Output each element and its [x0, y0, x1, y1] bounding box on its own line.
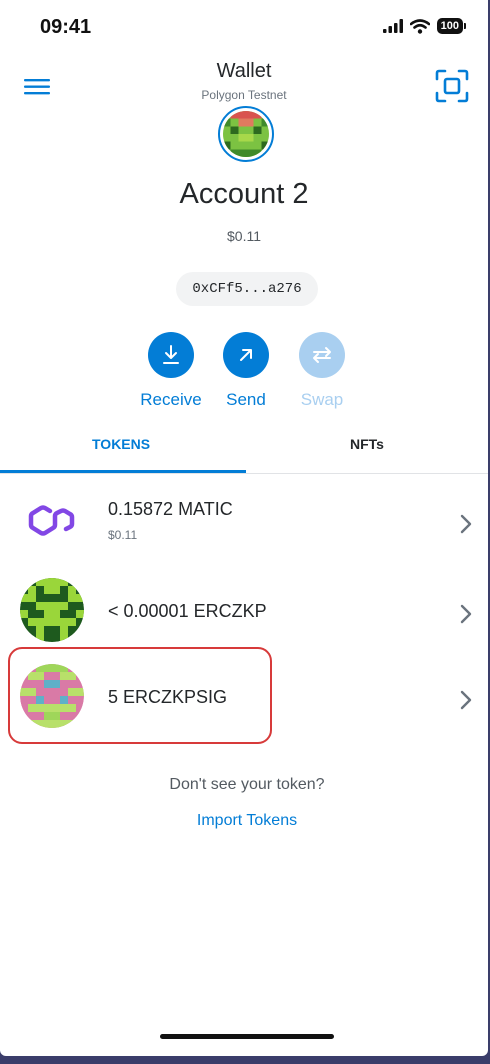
- status-time: 09:41: [40, 16, 92, 38]
- swap-button[interactable]: Swap: [287, 332, 357, 410]
- receive-button[interactable]: Receive: [136, 332, 206, 410]
- tabs-divider: [0, 473, 488, 474]
- account-balance: $0.11: [227, 228, 261, 244]
- arrow-up-right-icon: [240, 349, 252, 361]
- qr-scan-icon[interactable]: [434, 68, 470, 104]
- wallet-screen: 09:41 100 Wallet Polygon Testnet Account…: [0, 0, 488, 1056]
- token-row-matic[interactable]: 0.15872 MATIC $0.11: [0, 480, 488, 562]
- identicon-icon: [223, 111, 269, 157]
- wifi-icon: [409, 18, 430, 34]
- chevron-right-icon: [460, 604, 472, 624]
- swap-icon: [313, 347, 331, 363]
- token-identicon-icon: [20, 578, 84, 642]
- battery-icon: [464, 23, 466, 29]
- send-label: Send: [226, 390, 266, 409]
- import-tokens-link[interactable]: Import Tokens: [0, 812, 488, 830]
- receive-label: Receive: [140, 390, 202, 409]
- chevron-right-icon: [460, 514, 472, 534]
- token-row-erczkp[interactable]: < 0.00001 ERCZKP: [0, 570, 488, 652]
- status-icons: 100: [382, 18, 466, 34]
- tab-nfts[interactable]: NFTs: [350, 436, 384, 452]
- status-bar: 09:41 100: [0, 0, 488, 56]
- token-fiat-value: $0.11: [108, 528, 138, 542]
- send-button[interactable]: Send: [211, 332, 281, 410]
- highlight-annotation: [8, 647, 272, 744]
- home-indicator[interactable]: [160, 1034, 334, 1039]
- account-avatar[interactable]: [218, 106, 274, 162]
- token-amount: 0.15872 MATIC: [108, 499, 233, 519]
- signal-icon: [382, 19, 403, 33]
- tab-tokens[interactable]: TOKENS: [92, 436, 150, 452]
- download-icon: [163, 345, 179, 364]
- polygon-logo-icon: [28, 505, 75, 536]
- account-address[interactable]: 0xCFf5...a276: [176, 272, 318, 306]
- chevron-right-icon: [460, 690, 472, 710]
- swap-label: Swap: [300, 390, 344, 409]
- page-title: Wallet: [216, 60, 272, 82]
- missing-token-prompt: Don't see your token?: [169, 776, 325, 793]
- token-amount: < 0.00001 ERCZKP: [108, 601, 267, 621]
- network-name[interactable]: Polygon Testnet: [0, 88, 488, 102]
- battery-level: 100: [436, 18, 463, 34]
- account-name[interactable]: Account 2: [0, 178, 488, 211]
